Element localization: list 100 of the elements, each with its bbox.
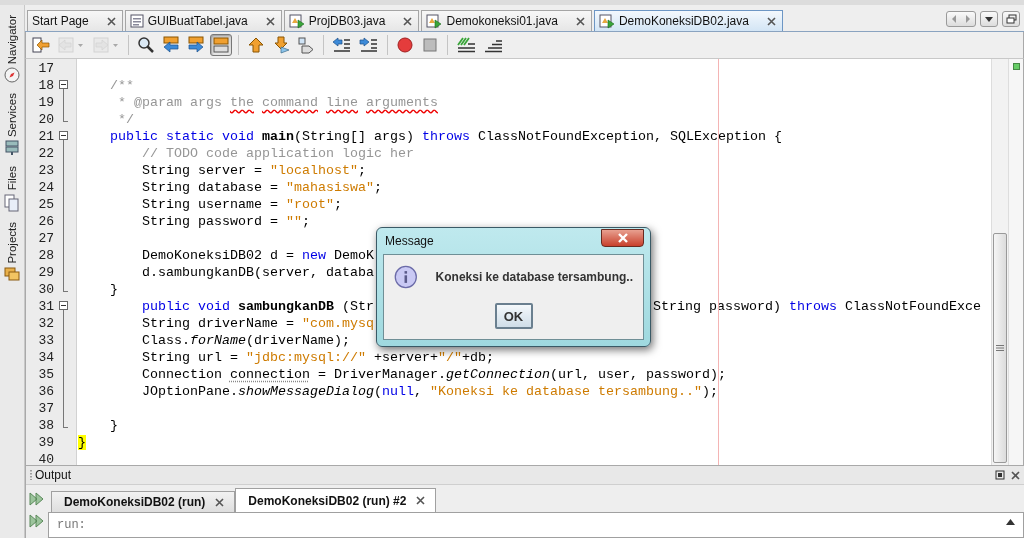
- line-number: 40: [37, 452, 54, 467]
- close-icon[interactable]: [403, 16, 413, 26]
- find-previous-button[interactable]: [160, 34, 182, 56]
- scroll-up-icon[interactable]: [1006, 518, 1015, 525]
- stop-icon: [421, 36, 439, 54]
- code-line: Connection connection = DriverManager.getConnection(url, user, password);: [141, 366, 726, 383]
- line-number: 33: [37, 333, 54, 348]
- code-line: // TODO code application logic her: [141, 145, 414, 162]
- back-arrow-icon: [57, 36, 85, 54]
- line-number: 23: [37, 163, 54, 178]
- caret-icon: [984, 15, 994, 23]
- code-line: String driverName = "com.mysq: [141, 315, 374, 332]
- java-file-run-icon: [598, 13, 615, 29]
- code-line: DemoKoneksiDB02 d = new DemoK: [141, 247, 374, 264]
- code-line: String url = "jdbc:mysql://" +server+"/"+db;: [141, 349, 494, 366]
- editor-tab[interactable]: Demokoneksi01.java: [421, 10, 592, 31]
- line-number: 34: [37, 350, 54, 365]
- code-line: String server = "localhost";: [141, 162, 366, 179]
- rerun-icon[interactable]: [29, 513, 45, 529]
- tag-icon: [297, 36, 315, 54]
- info-icon: [394, 263, 418, 291]
- line-number: 39: [37, 435, 54, 450]
- scrollbar[interactable]: [991, 59, 1008, 465]
- close-icon[interactable]: [1011, 470, 1020, 480]
- close-button[interactable]: [601, 229, 644, 247]
- java-file-run-icon: [288, 13, 305, 29]
- code-line: public static void main(String[] args) throws ClassNotFoundException, SQLException {: [109, 128, 782, 145]
- line-number: 17: [37, 61, 54, 76]
- java-file-run-icon: [426, 13, 443, 29]
- code-line: }: [109, 417, 118, 434]
- right-arrow-icon: [187, 36, 205, 54]
- down-arrow-icon: [272, 36, 290, 54]
- line-number: 24: [37, 180, 54, 195]
- highlight-button[interactable]: [210, 34, 232, 56]
- grip-icon: [996, 345, 1004, 351]
- find-next-button[interactable]: [185, 34, 207, 56]
- status-square-icon: [1012, 63, 1020, 70]
- last-edit-button[interactable]: [30, 34, 52, 56]
- shift-left-icon: [332, 36, 352, 54]
- side-panel-tab[interactable]: Services: [6, 93, 18, 138]
- side-panel-tab[interactable]: Projects: [6, 221, 18, 264]
- code-line: /**: [109, 77, 134, 94]
- dialog-title: Message: [384, 234, 434, 248]
- close-icon[interactable]: [575, 16, 585, 26]
- output-tab[interactable]: DemoKoneksiDB02 (run) #2: [235, 488, 437, 512]
- code-line: }: [109, 281, 118, 298]
- fold-toggle[interactable]: [59, 80, 68, 89]
- close-icon[interactable]: [265, 16, 275, 26]
- close-icon[interactable]: [106, 16, 116, 26]
- fold-toggle[interactable]: [59, 301, 68, 310]
- maximize-icon[interactable]: [995, 470, 1005, 480]
- console-text: run:: [57, 518, 86, 532]
- line-number: 25: [37, 197, 54, 212]
- editor-tab[interactable]: ProjDB03.java: [283, 10, 420, 31]
- line-number: 27: [37, 231, 54, 246]
- highlight-icon: [212, 36, 230, 54]
- line-number: 22: [37, 146, 54, 161]
- line-number: 21: [37, 129, 54, 144]
- code-line: String database = "mahasiswa";: [141, 179, 382, 196]
- left-arrow-icon: [162, 36, 180, 54]
- rerun-icon[interactable]: [29, 491, 45, 507]
- side-panel-tab[interactable]: Files: [6, 166, 18, 191]
- fold-toggle[interactable]: [59, 131, 68, 140]
- line-number: 32: [37, 316, 54, 331]
- code-line: */: [117, 111, 134, 128]
- ok-button[interactable]: OK: [494, 303, 533, 329]
- code-line: String password = "";: [141, 213, 310, 230]
- line-number: 36: [37, 384, 54, 399]
- record-button[interactable]: [394, 34, 416, 56]
- document-arrow-icon: [32, 36, 50, 54]
- editor-tab[interactable]: DemoKoneksiDB02.java: [593, 10, 783, 31]
- windows-icon: [1005, 14, 1017, 24]
- line-number: 28: [37, 248, 54, 263]
- line-number: 38: [37, 418, 54, 433]
- code-line: public void sambungkanDB (Str: [141, 298, 375, 315]
- line-number: 26: [37, 214, 54, 229]
- forward-arrow-icon: [92, 36, 120, 54]
- side-panel-tab[interactable]: Navigator: [6, 15, 18, 65]
- code-line: d.sambungkanDB(server, databa: [141, 264, 374, 281]
- code-line: JOptionPane.showMessageDialog(null, "Koneksi ke database tersambung..");: [141, 383, 718, 400]
- dialog-message: Koneksi ke database tersambung..: [435, 270, 633, 284]
- panel-title: Output: [35, 468, 72, 482]
- close-icon[interactable]: [215, 497, 225, 507]
- close-icon[interactable]: [416, 496, 426, 505]
- close-icon[interactable]: [766, 16, 776, 26]
- line-number: 19: [37, 95, 54, 110]
- editor-tab[interactable]: GUIBuatTabel.java: [124, 10, 282, 31]
- code-line: * @param args the command line arguments: [117, 94, 438, 111]
- up-arrow-icon: [247, 36, 265, 54]
- restore-button[interactable]: [1002, 11, 1020, 27]
- folders-icon: [4, 266, 20, 283]
- line-number: 18: [37, 78, 54, 93]
- form-icon: [129, 14, 144, 28]
- tab-list-button[interactable]: [980, 11, 998, 27]
- line-number: 20: [37, 112, 54, 127]
- editor-tab[interactable]: Start Page: [27, 10, 123, 31]
- output-tab[interactable]: DemoKoneksiDB02 (run): [51, 491, 236, 512]
- line-number: 29: [37, 265, 54, 280]
- line-number: 31: [37, 299, 54, 314]
- search-icon: [137, 36, 155, 54]
